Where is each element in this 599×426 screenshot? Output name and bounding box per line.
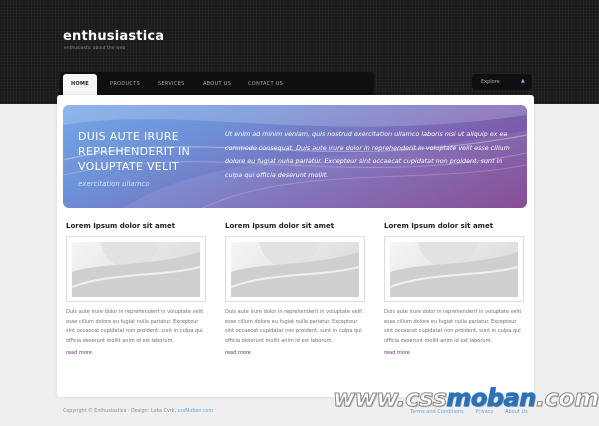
site-tagline: enthusiastic about the web — [64, 46, 126, 51]
feature-column: Lorem Ipsum dolor sit amet Duis aute iru… — [66, 222, 206, 356]
explore-label: Explore — [481, 79, 500, 85]
footer-copyright: Copyright © Enthusiastica - Design: Luka… — [63, 409, 213, 414]
read-more-link[interactable]: read more — [225, 350, 251, 356]
site-title[interactable]: enthusiastica — [63, 29, 164, 44]
hero-subheading: exercitation ullamco — [78, 180, 150, 188]
column-image-frame[interactable] — [225, 236, 365, 302]
nav-item-products[interactable]: PRODUCTS — [110, 81, 140, 87]
credit-link[interactable]: cssMoban.com — [178, 409, 214, 414]
hero-heading: DUIS AUTE IRURE REPREHENDERIT IN VOLUPTA… — [78, 130, 191, 173]
site-header: enthusiastica enthusiastic about the web… — [0, 0, 599, 104]
column-image-frame[interactable] — [66, 236, 206, 302]
caret-up-icon: ▲ — [521, 78, 525, 84]
feature-column: Lorem Ipsum dolor sit amet Duis aute iru… — [384, 222, 524, 356]
column-title: Lorem Ipsum dolor sit amet — [225, 222, 335, 230]
nav-item-contact-us[interactable]: CONTACT US — [248, 81, 283, 87]
read-more-link[interactable]: read more — [66, 350, 92, 356]
copyright-text: Copyright © Enthusiastica - Design: Luka… — [63, 409, 177, 414]
feature-column: Lorem Ipsum dolor sit amet Duis aute iru… — [225, 222, 365, 356]
explore-dropdown[interactable]: Explore ▲ — [472, 74, 532, 90]
read-more-link[interactable]: read more — [384, 350, 410, 356]
nav-item-services[interactable]: SERVICES — [158, 81, 185, 87]
column-body: Duis aute irure dolor in reprehenderit i… — [384, 309, 522, 344]
column-body: Duis aute irure dolor in reprehenderit i… — [66, 309, 204, 344]
watermark-logo: www.cssmoban.com — [332, 384, 599, 413]
column-body: Duis aute irure dolor in reprehenderit i… — [225, 309, 363, 344]
column-title: Lorem Ipsum dolor sit amet — [66, 222, 176, 230]
column-image — [231, 242, 359, 297]
hero-text: Ut enim ad minim veniam, quis nostrud ex… — [225, 130, 510, 179]
column-image — [390, 242, 518, 297]
nav-item-about-us[interactable]: ABOUT US — [203, 81, 231, 87]
column-image — [72, 242, 200, 297]
column-title: Lorem Ipsum dolor sit amet — [384, 222, 494, 230]
column-image-frame[interactable] — [384, 236, 524, 302]
